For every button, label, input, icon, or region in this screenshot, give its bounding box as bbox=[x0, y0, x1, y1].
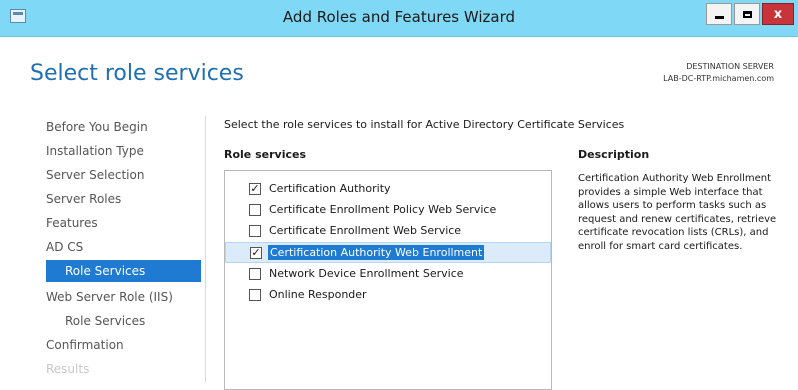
window-title: Add Roles and Features Wizard bbox=[282, 8, 516, 26]
list-item-certification-authority[interactable]: ✓ Certification Authority bbox=[225, 179, 551, 200]
checkbox-network-device-enrollment[interactable] bbox=[249, 268, 261, 280]
destination-label: DESTINATION SERVER bbox=[686, 62, 774, 71]
nav-item-installation-type[interactable]: Installation Type bbox=[46, 140, 144, 162]
checkbox-online-responder[interactable] bbox=[249, 289, 261, 301]
maximize-icon bbox=[742, 10, 752, 18]
title-bar: Add Roles and Features Wizard x bbox=[0, 0, 798, 37]
instruction-text: Select the role services to install for … bbox=[224, 118, 625, 131]
list-item-label: Certification Authority bbox=[269, 182, 391, 195]
nav-item-role-services-iis[interactable]: Role Services bbox=[65, 310, 145, 332]
nav-item-server-selection[interactable]: Server Selection bbox=[46, 164, 144, 186]
checkbox-enrollment-policy-web-service[interactable] bbox=[249, 204, 261, 216]
checkbox-certification-authority[interactable]: ✓ bbox=[249, 183, 261, 195]
nav-item-confirmation[interactable]: Confirmation bbox=[46, 334, 124, 356]
list-item-enrollment-web-service[interactable]: Certificate Enrollment Web Service bbox=[225, 221, 551, 242]
close-icon: x bbox=[773, 6, 783, 22]
page-title: Select role services bbox=[30, 61, 244, 86]
list-item-label: Online Responder bbox=[269, 288, 367, 301]
close-button[interactable]: x bbox=[762, 3, 794, 25]
nav-item-before-you-begin[interactable]: Before You Begin bbox=[46, 116, 148, 138]
checkbox-enrollment-web-service[interactable] bbox=[249, 225, 261, 237]
role-services-list[interactable]: ✓ Certification Authority Certificate En… bbox=[224, 170, 552, 390]
list-item-online-responder[interactable]: Online Responder bbox=[225, 285, 551, 306]
minimize-icon bbox=[714, 15, 724, 19]
destination-server: DESTINATION SERVER LAB-DC-RTP.michamen.c… bbox=[663, 61, 774, 85]
nav-item-role-services-adcs[interactable]: Role Services bbox=[46, 260, 201, 282]
list-item-ca-web-enrollment[interactable]: ✓ Certification Authority Web Enrollment bbox=[225, 242, 551, 263]
role-services-header: Role services bbox=[224, 148, 306, 161]
nav-item-server-roles[interactable]: Server Roles bbox=[46, 188, 121, 210]
list-item-enrollment-policy-web-service[interactable]: Certificate Enrollment Policy Web Servic… bbox=[225, 200, 551, 221]
nav-item-ad-cs[interactable]: AD CS bbox=[46, 236, 83, 258]
maximize-button[interactable] bbox=[734, 3, 760, 25]
minimize-button[interactable] bbox=[706, 3, 732, 25]
nav-item-results: Results bbox=[46, 362, 90, 376]
description-header: Description bbox=[578, 148, 650, 161]
nav-divider bbox=[205, 116, 206, 382]
nav-item-web-server-role[interactable]: Web Server Role (IIS) bbox=[46, 286, 173, 308]
checkbox-ca-web-enrollment[interactable]: ✓ bbox=[250, 247, 262, 259]
list-item-label: Certificate Enrollment Policy Web Servic… bbox=[269, 203, 497, 216]
list-item-label: Certification Authority Web Enrollment bbox=[268, 245, 485, 260]
list-item-label: Certificate Enrollment Web Service bbox=[269, 224, 462, 237]
description-text: Certification Authority Web Enrollment p… bbox=[578, 173, 777, 252]
destination-server-name: LAB-DC-RTP.michamen.com bbox=[663, 74, 774, 83]
list-item-network-device-enrollment[interactable]: Network Device Enrollment Service bbox=[225, 264, 551, 285]
nav-item-features[interactable]: Features bbox=[46, 212, 98, 234]
list-item-label: Network Device Enrollment Service bbox=[269, 267, 464, 280]
